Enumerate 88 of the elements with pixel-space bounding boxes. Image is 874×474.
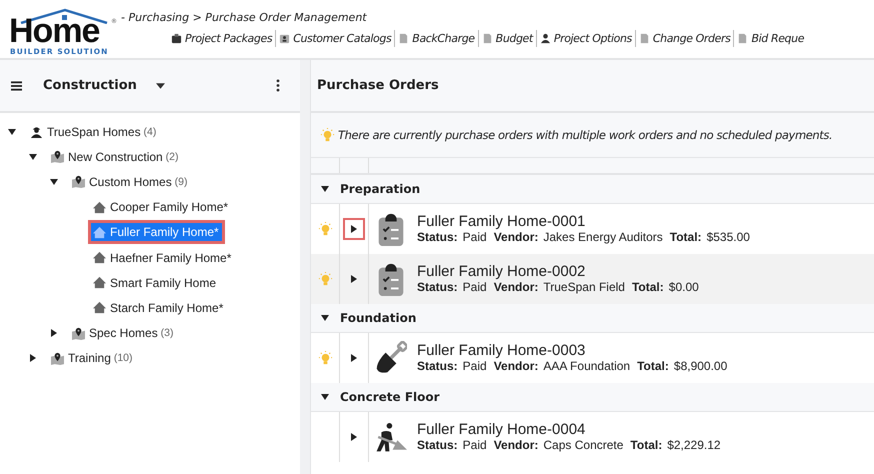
- tree-item[interactable]: Haefner Family Home*: [91, 248, 234, 267]
- tree-item[interactable]: TrueSpan Homes (4): [28, 122, 160, 141]
- purchase-order-title[interactable]: Fuller Family Home-0001: [417, 214, 757, 230]
- house-icon: [92, 200, 107, 214]
- id-badge-icon: [279, 33, 290, 44]
- collapse-arrow-icon[interactable]: [8, 128, 16, 136]
- expand-arrow-icon: [350, 433, 358, 441]
- tree-item[interactable]: Spec Homes (3): [70, 324, 176, 342]
- person-icon: [29, 125, 44, 138]
- tree-item[interactable]: New Construction (2): [49, 148, 182, 166]
- field-value: $0.00: [668, 280, 699, 294]
- toolbar-link[interactable]: Bid Reque: [734, 30, 808, 47]
- lightbulb-icon: [320, 128, 335, 142]
- field-label: Total:: [630, 438, 662, 452]
- group-header: Preparation: [340, 182, 420, 196]
- document-icon: [638, 33, 650, 44]
- field-label: Total:: [632, 280, 664, 294]
- field-label: Vendor:: [494, 230, 538, 244]
- field-label: Status:: [417, 280, 458, 294]
- toolbar-link[interactable]: Budget: [478, 30, 537, 47]
- purchase-order-title[interactable]: Fuller Family Home-0002: [417, 264, 706, 280]
- house-icon: [92, 301, 107, 314]
- map-pin-icon: [71, 175, 86, 188]
- house-icon: [92, 226, 107, 239]
- house-icon: [92, 276, 107, 290]
- toolbar-link[interactable]: Change Orders: [636, 30, 734, 47]
- field-label: Vendor:: [494, 280, 538, 294]
- document-icon: [737, 33, 748, 44]
- map-pin-icon: [50, 352, 65, 365]
- field-label: Total:: [670, 230, 702, 244]
- notice-message: There are currently purchase orders with multiple work orders and no scheduled payments.: [338, 128, 832, 142]
- expand-arrow-icon[interactable]: [50, 329, 58, 338]
- field-label: Status:: [417, 230, 458, 244]
- purchase-order-title[interactable]: Fuller Family Home-0003: [417, 343, 734, 359]
- toolbar-link[interactable]: Project Options: [536, 30, 636, 47]
- box-icon: [171, 33, 182, 44]
- field-value: TrueSpan Field: [543, 280, 625, 294]
- map-pin-icon: [50, 150, 65, 164]
- field-label: Status:: [417, 359, 458, 373]
- field-value: Paid: [462, 230, 487, 244]
- tree-item[interactable]: Fuller Family Home*: [91, 223, 222, 242]
- field-value: $8,900.00: [674, 359, 728, 373]
- field-value: Caps Concrete: [543, 438, 624, 452]
- toolbar-link[interactable]: Customer Catalogs: [276, 30, 396, 47]
- tree-item[interactable]: Cooper Family Home*: [91, 198, 232, 216]
- collapse-arrow-icon[interactable]: [321, 393, 329, 401]
- field-value: Paid: [462, 438, 487, 452]
- field-value: $2,229.12: [667, 438, 721, 452]
- field-label: Vendor:: [494, 438, 538, 452]
- more-options-icon[interactable]: [276, 79, 280, 92]
- field-value: Paid: [462, 359, 487, 373]
- breadcrumb: - Purchasing > Purchase Order Management: [121, 11, 367, 24]
- tree-item[interactable]: Custom Homes (9): [70, 172, 190, 191]
- expand-arrow-icon[interactable]: [29, 354, 37, 362]
- collapse-arrow-icon[interactable]: [50, 178, 58, 186]
- group-header: Foundation: [340, 311, 416, 325]
- collapse-arrow-icon[interactable]: [29, 152, 37, 161]
- project-selector[interactable]: Construction: [43, 78, 137, 93]
- expand-row-button[interactable]: [343, 218, 365, 240]
- tree-item[interactable]: Training (10): [49, 349, 136, 368]
- field-value: Jakes Energy Auditors: [543, 230, 663, 244]
- expand-arrow-icon: [350, 354, 358, 362]
- shovel-icon: [375, 341, 407, 375]
- purchase-order-title[interactable]: Fuller Family Home-0004: [417, 422, 728, 438]
- tree-item[interactable]: Smart Family Home: [91, 274, 220, 292]
- toolbar-link[interactable]: BackCharge: [395, 30, 479, 47]
- document-icon: [398, 33, 410, 44]
- group-header: Concrete Floor: [340, 390, 440, 404]
- map-pin-icon: [71, 326, 86, 340]
- expand-arrow-icon: [350, 275, 358, 283]
- house-icon: [92, 251, 107, 264]
- field-value: AAA Foundation: [543, 359, 630, 373]
- collapse-arrow-icon[interactable]: [321, 185, 329, 193]
- worker-shoveling-icon: [375, 420, 407, 454]
- menu-icon[interactable]: [11, 80, 22, 90]
- collapse-arrow-icon[interactable]: [321, 314, 329, 322]
- panel-title: Purchase Orders: [317, 78, 439, 93]
- field-label: Total:: [637, 359, 669, 373]
- person-icon: [540, 33, 551, 44]
- dropdown-caret-icon[interactable]: [156, 82, 165, 88]
- field-value: Paid: [462, 280, 487, 294]
- document-icon: [482, 33, 493, 44]
- field-label: Status:: [417, 438, 458, 452]
- toolbar-link[interactable]: Project Packages: [171, 30, 276, 47]
- tree-item[interactable]: Starch Family Home*: [91, 298, 226, 317]
- expand-arrow-icon: [350, 225, 358, 233]
- field-label: Vendor:: [494, 359, 538, 373]
- field-value: $535.00: [706, 230, 750, 244]
